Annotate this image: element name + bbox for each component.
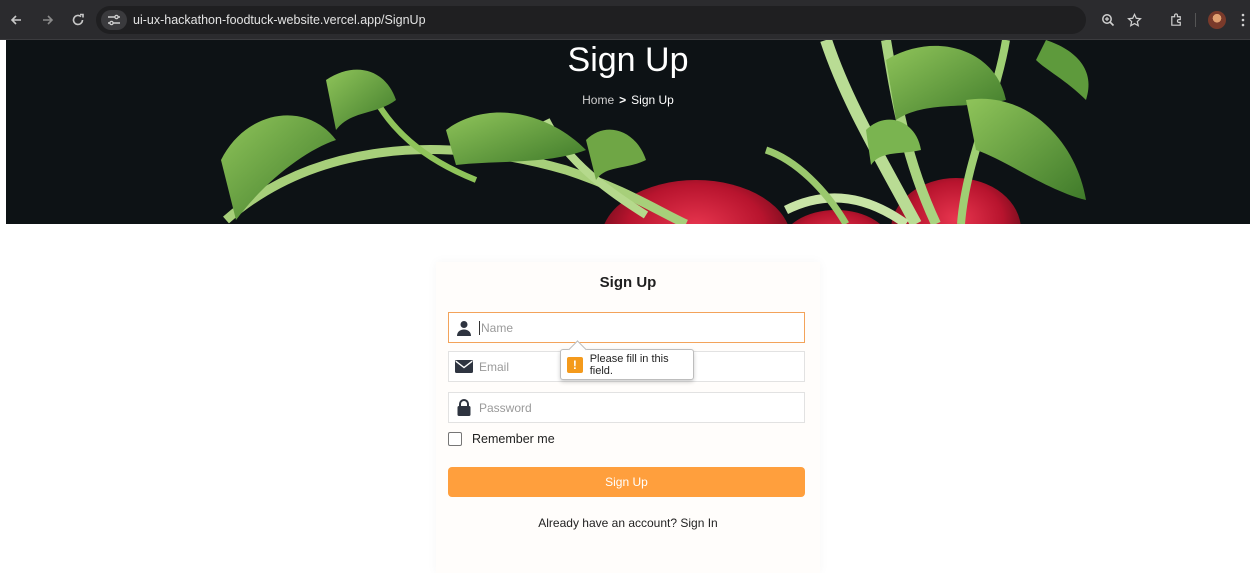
sign-in-link[interactable]: Already have an account? Sign In	[436, 516, 820, 530]
lock-icon	[449, 399, 479, 416]
address-bar[interactable]: ui-ux-hackathon-foodtuck-website.vercel.…	[96, 6, 1086, 34]
password-field[interactable]	[448, 392, 805, 423]
name-field[interactable]	[448, 312, 805, 343]
back-arrow-icon[interactable]	[6, 10, 26, 30]
remember-me[interactable]: Remember me	[448, 432, 555, 446]
extensions-icon[interactable]	[1166, 10, 1186, 30]
text-cursor	[479, 320, 480, 335]
breadcrumb-home-link[interactable]: Home	[582, 93, 614, 107]
toolbar-divider	[1195, 13, 1196, 27]
browser-toolbar: ui-ux-hackathon-foodtuck-website.vercel.…	[0, 0, 1250, 40]
validation-tooltip: ! Please fill in this field.	[560, 349, 694, 380]
remember-me-label: Remember me	[472, 432, 555, 446]
signup-form-card: Sign Up Remember me Sign Up Already have…	[436, 262, 820, 573]
remember-me-checkbox[interactable]	[448, 432, 462, 446]
breadcrumb-current: Sign Up	[631, 93, 674, 107]
form-title: Sign Up	[599, 274, 657, 291]
page-title: Sign Up	[567, 41, 689, 79]
sign-up-button[interactable]: Sign Up	[448, 467, 805, 497]
password-input[interactable]	[479, 400, 789, 415]
reload-icon[interactable]	[68, 10, 88, 30]
site-info-icon[interactable]	[101, 10, 127, 30]
breadcrumb-separator: >	[619, 93, 627, 107]
validation-message: Please fill in this field.	[589, 352, 669, 377]
name-input[interactable]	[481, 320, 791, 335]
profile-avatar[interactable]	[1208, 11, 1226, 29]
zoom-icon[interactable]	[1098, 10, 1118, 30]
menu-icon[interactable]	[1236, 10, 1250, 30]
breadcrumb: Home > Sign Up	[6, 93, 1250, 107]
hero-banner: Sign Up Home > Sign Up	[6, 40, 1250, 224]
forward-arrow-icon[interactable]	[38, 10, 58, 30]
user-icon	[449, 320, 479, 336]
warning-icon: !	[567, 356, 583, 373]
star-icon[interactable]	[1124, 10, 1144, 30]
envelope-icon	[449, 360, 479, 373]
url-text[interactable]: ui-ux-hackathon-foodtuck-website.vercel.…	[133, 13, 426, 27]
